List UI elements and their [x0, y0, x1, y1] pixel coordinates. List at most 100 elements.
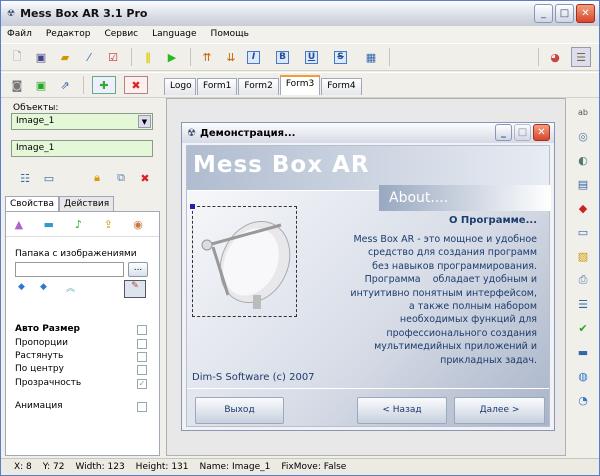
arrow-right-icon[interactable]: ◆ — [40, 282, 47, 292]
tab-form4[interactable]: Form4 — [321, 78, 362, 95]
objects-select[interactable]: Image_1 ▼ — [11, 113, 153, 130]
dialog-title-bar: ☢ Демонстрация... _ □ ✕ — [182, 123, 554, 143]
menu-edit[interactable]: Редактор — [46, 26, 91, 43]
add-form-icon[interactable]: ✚ — [92, 76, 116, 94]
tab-form2[interactable]: Form2 — [238, 78, 279, 95]
progress-icon[interactable]: ▬ — [575, 344, 591, 360]
bring-front-icon[interactable]: ⇈ — [199, 49, 215, 65]
shapes-icon[interactable]: ◎ — [575, 128, 591, 144]
maximize-button[interactable]: □ — [555, 4, 574, 23]
document-icon[interactable]: ▤ — [575, 176, 591, 192]
globe-icon[interactable]: ◍ — [575, 368, 591, 384]
tab-form3[interactable]: Form3 — [279, 75, 321, 95]
export-icon[interactable]: ⇗ — [57, 77, 73, 93]
timer-icon[interactable]: ◔ — [575, 392, 591, 408]
checkmark-icon[interactable]: ✔ — [575, 320, 591, 336]
shapes-color-icon[interactable]: ◆ — [575, 200, 591, 216]
status-bar: X: 8 Y: 72 Width: 123 Height: 131 Name: … — [1, 458, 599, 475]
open-folder-icon[interactable]: ▰ — [57, 49, 73, 65]
save-form-icon[interactable]: ▣ — [33, 77, 49, 93]
send-back-icon[interactable]: ⇊ — [223, 49, 239, 65]
music-icon[interactable]: ♪ — [70, 216, 86, 232]
dialog-minimize-button[interactable]: _ — [495, 124, 512, 141]
tree-icon[interactable]: ☷ — [17, 170, 33, 186]
note-icon[interactable]: ▧ — [575, 248, 591, 264]
play-icon[interactable]: ▶ — [164, 49, 180, 65]
arrow-left-icon[interactable]: ◆ — [18, 282, 25, 292]
option-checkbox[interactable] — [137, 325, 147, 335]
color-grid-icon[interactable]: ▦ — [363, 49, 379, 65]
tab-properties[interactable]: Свойства — [5, 196, 59, 211]
menu-language[interactable]: Language — [152, 26, 196, 43]
satellite-image[interactable] — [190, 204, 297, 317]
upload-icon[interactable]: ⇪ — [100, 216, 116, 232]
dialog-icon: ☢ — [187, 127, 196, 139]
title-bar: ☢ Mess Box AR 3.1 Pro _ □ ✕ — [1, 1, 599, 26]
label-icon[interactable]: ab — [575, 104, 591, 120]
back-button[interactable]: < Назад — [357, 397, 447, 424]
strike-button[interactable]: S — [334, 50, 347, 64]
window-icon[interactable]: ▭ — [41, 170, 57, 186]
option-checkbox[interactable] — [137, 365, 147, 375]
about-line: средство для создания программ — [367, 247, 537, 259]
about-line: профессионального создания — [386, 327, 537, 339]
option-checkbox[interactable] — [137, 352, 147, 362]
properties-panel: ▲ ▬ ♪ ⇪ ◉ Папака с изображениями ... ◆ ◆… — [5, 211, 160, 456]
chevron-down-icon[interactable]: ▼ — [138, 115, 151, 128]
image-icon[interactable]: ▬ — [41, 216, 57, 232]
form-toolbar: ◙ ▣ ⇗ ✚ ✖ Logo Form1 Form2 Form3 Form4 — [1, 72, 599, 98]
delete-icon[interactable]: ✖ — [137, 170, 153, 186]
panel-toggle-icon[interactable]: ☰ — [571, 47, 591, 67]
browse-button[interactable]: ... — [128, 262, 148, 277]
effects-icon[interactable]: ▲ — [11, 216, 27, 232]
form-tabs: Logo Form1 Form2 Form3 Form4 — [164, 75, 363, 95]
menu-help[interactable]: Помощь — [211, 26, 249, 43]
app-icon: ☢ — [7, 8, 16, 19]
copy-icon[interactable]: ⧉ — [113, 170, 129, 186]
delete-form-icon[interactable]: ✖ — [124, 76, 148, 94]
tab-actions[interactable]: Действия — [58, 196, 115, 211]
new-file-icon[interactable]: 🗋 — [9, 49, 25, 65]
option-checkbox[interactable]: ✓ — [137, 379, 147, 389]
about-line: необходимых функций для — [399, 314, 537, 326]
edit-icon[interactable]: ✎ — [124, 280, 146, 298]
printer-icon[interactable]: ⎙ — [575, 272, 591, 288]
underline-button[interactable]: U — [305, 50, 318, 64]
tab-logo[interactable]: Logo — [164, 78, 196, 95]
palette-icon[interactable]: ◉ — [130, 216, 146, 232]
option-label: Пропорции — [15, 338, 68, 348]
list-icon[interactable]: ☰ — [575, 296, 591, 312]
palette-icon[interactable]: ◕ — [547, 49, 563, 65]
folder-input[interactable] — [15, 262, 124, 277]
dialog-maximize-button[interactable]: □ — [514, 124, 531, 141]
window-title: Mess Box AR 3.1 Pro — [20, 7, 148, 20]
option-checkbox[interactable] — [137, 339, 147, 349]
status-name: Name: Image_1 — [199, 462, 271, 472]
save-icon[interactable]: ▣ — [33, 49, 49, 65]
italic-button[interactable]: I — [247, 50, 260, 64]
minimize-button[interactable]: _ — [534, 4, 553, 23]
menu-service[interactable]: Сервис — [104, 26, 138, 43]
banner-title: Mess Box AR — [193, 152, 370, 178]
camera-icon[interactable]: ◙ — [9, 77, 25, 93]
tab-form1[interactable]: Form1 — [197, 78, 238, 95]
panel-icon[interactable]: ▭ — [575, 224, 591, 240]
menu-file[interactable]: Файл — [7, 26, 32, 43]
lock-icon[interactable]: 🔒︎ — [89, 170, 105, 186]
close-button[interactable]: ✕ — [576, 4, 595, 23]
dialog-close-button[interactable]: ✕ — [533, 124, 550, 141]
next-button[interactable]: Далее > — [454, 397, 545, 424]
double-up-icon[interactable]: ︽ — [66, 281, 75, 294]
dialog-title: Демонстрация... — [199, 127, 296, 139]
exit-button[interactable]: Выход — [195, 397, 284, 424]
option-label: Авто Размер — [15, 324, 80, 334]
media-icon[interactable]: ◐ — [575, 152, 591, 168]
bold-button[interactable]: B — [276, 50, 289, 64]
pause-icon[interactable]: ∥ — [140, 49, 156, 65]
check-list-icon[interactable]: ☑ — [105, 49, 121, 65]
option-checkbox[interactable] — [137, 402, 147, 412]
object-name-input[interactable]: Image_1 — [11, 140, 153, 157]
component-toolbar: ab ◎ ◐ ▤ ◆ ▭ ▧ ⎙ ☰ ✔ ▬ ◍ ◔ — [568, 98, 598, 456]
compile-icon[interactable]: ⁄ — [81, 49, 97, 65]
about-line: а также полным набором — [408, 301, 537, 313]
